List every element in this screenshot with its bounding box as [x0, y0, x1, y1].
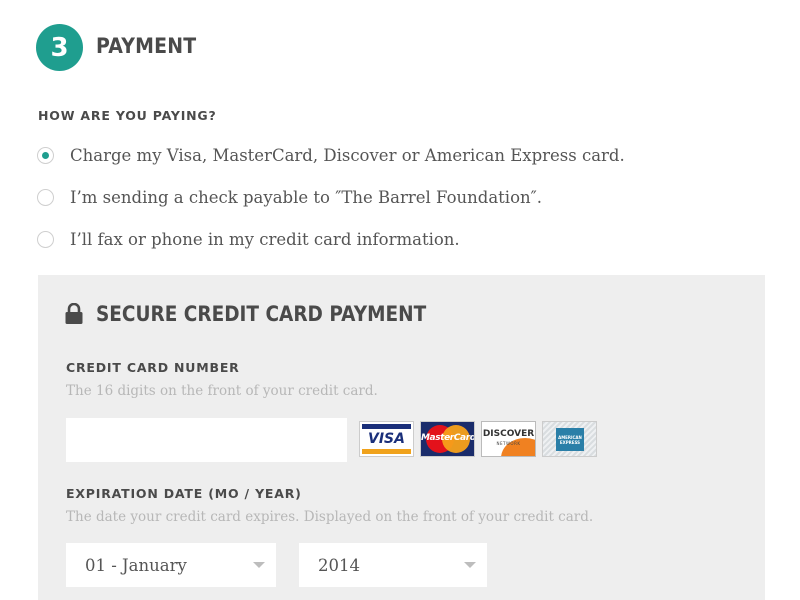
expiration-help: The date your credit card expires. Displ… — [66, 509, 594, 525]
expiration-year-select[interactable]: 2014 — [299, 543, 487, 587]
secure-payment-panel: SECURE CREDIT CARD PAYMENT CREDIT CARD N… — [38, 275, 765, 600]
chevron-down-icon — [253, 562, 265, 568]
step-number-badge: 3 — [36, 24, 83, 71]
accepted-cards: VISA MasterCard DISCOVER NETWORK AMERICA… — [359, 421, 597, 457]
expiration-label: EXPIRATION DATE (MO / YEAR) — [66, 486, 302, 501]
expiration-year-value: 2014 — [318, 555, 360, 575]
discover-logo-subtext: NETWORK — [496, 441, 521, 446]
radio-credit-card[interactable] — [37, 147, 54, 164]
expiration-month-select[interactable]: 01 - January — [66, 543, 276, 587]
card-number-help: The 16 digits on the front of your credi… — [66, 383, 378, 399]
mastercard-logo-text: MasterCard — [421, 433, 475, 443]
amex-logo: AMERICAN EXPRESS — [542, 421, 597, 457]
expiration-month-value: 01 - January — [85, 555, 187, 575]
mastercard-logo: MasterCard — [420, 421, 475, 457]
payment-option-label: I’m sending a check payable to ″The Barr… — [70, 188, 543, 207]
amex-logo-text: AMERICAN EXPRESS — [556, 428, 584, 451]
visa-logo: VISA — [359, 421, 414, 457]
radio-check[interactable] — [37, 189, 54, 206]
payment-method-question: HOW ARE YOU PAYING? — [38, 108, 217, 123]
radio-fax-phone[interactable] — [37, 231, 54, 248]
payment-option-fax-phone[interactable]: I’ll fax or phone in my credit card info… — [37, 230, 460, 249]
visa-logo-text: VISA — [368, 431, 405, 447]
lock-icon — [65, 303, 83, 324]
secure-payment-title: SECURE CREDIT CARD PAYMENT — [96, 302, 427, 326]
chevron-down-icon — [464, 562, 476, 568]
card-number-label: CREDIT CARD NUMBER — [66, 360, 240, 375]
payment-option-label: Charge my Visa, MasterCard, Discover or … — [70, 146, 625, 165]
discover-logo: DISCOVER NETWORK — [481, 421, 536, 457]
payment-option-check[interactable]: I’m sending a check payable to ″The Barr… — [37, 188, 542, 207]
discover-logo-text: DISCOVER — [482, 429, 535, 439]
payment-option-label: I’ll fax or phone in my credit card info… — [70, 230, 460, 249]
section-title: PAYMENT — [96, 34, 197, 58]
payment-option-credit-card[interactable]: Charge my Visa, MasterCard, Discover or … — [37, 146, 625, 165]
card-number-input[interactable] — [66, 418, 347, 462]
